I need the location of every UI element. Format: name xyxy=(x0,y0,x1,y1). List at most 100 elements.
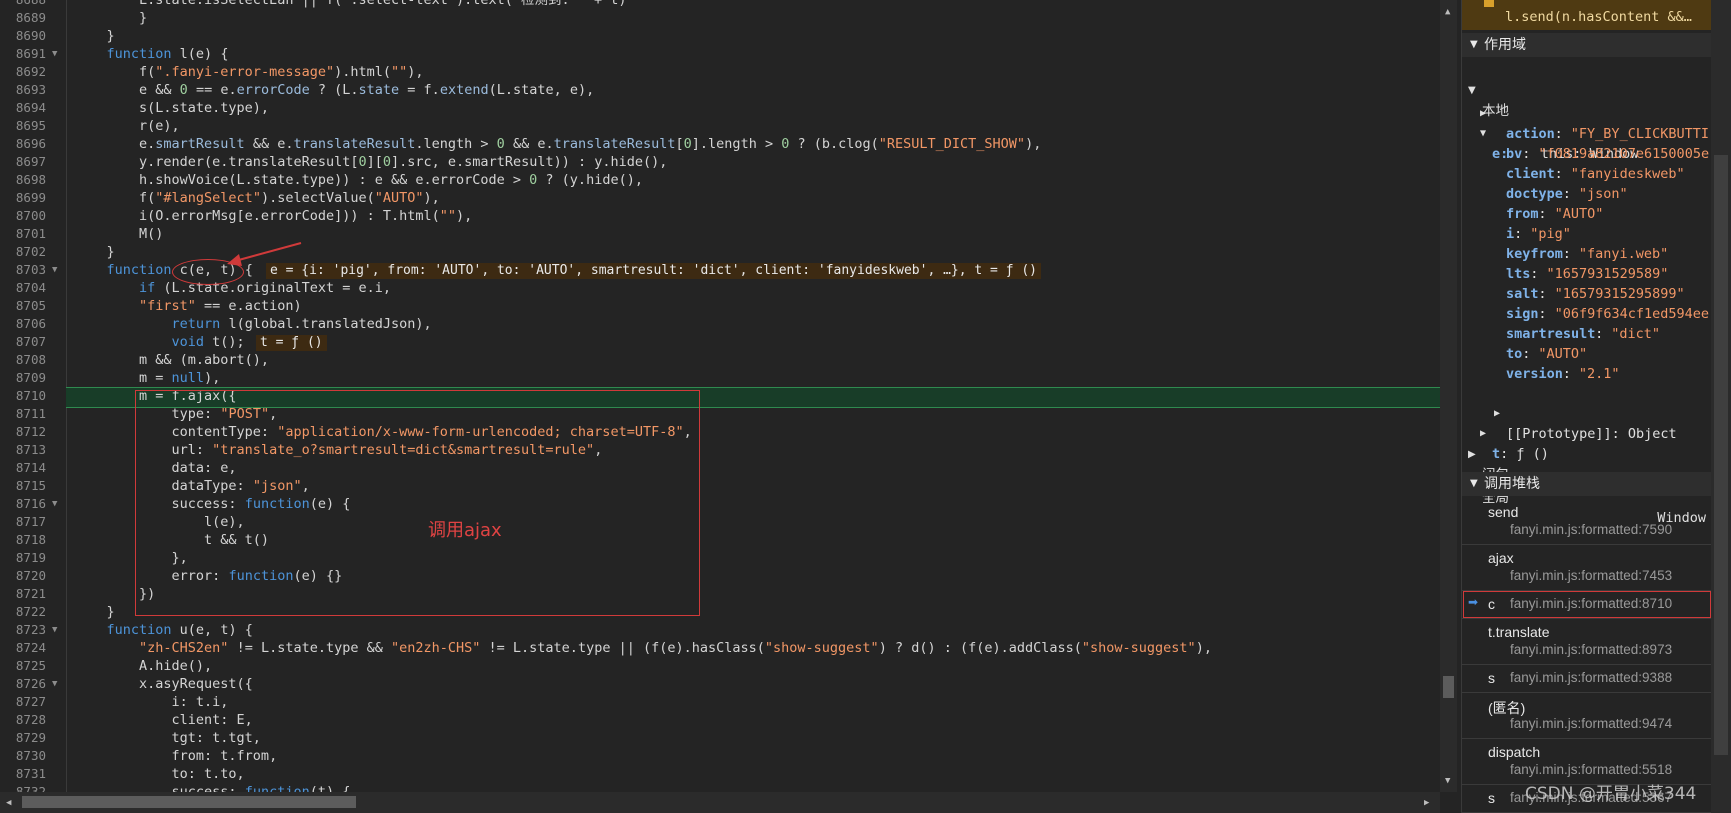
call-stack-frame[interactable]: (匿名) fanyi.min.js:formatted:9474 xyxy=(1462,692,1712,739)
line-number[interactable]: 8703 xyxy=(8,261,46,279)
line-number[interactable]: 8720 xyxy=(8,567,46,585)
callstack-section-header[interactable]: ▼ 调用堆栈 xyxy=(1462,472,1712,496)
call-stack-frame[interactable]: dispatch fanyi.min.js:formatted:5518 xyxy=(1462,738,1712,785)
editor-horizontal-scroll-thumb[interactable] xyxy=(22,796,356,808)
code-line[interactable]: void t(); xyxy=(74,333,245,351)
line-number[interactable]: 8709 xyxy=(8,369,46,387)
code-line[interactable]: "first" == e.action) xyxy=(74,297,302,315)
code-line[interactable]: h.showVoice(L.state.type)) : e && e.erro… xyxy=(74,171,643,189)
scroll-left-icon[interactable]: ◀ xyxy=(6,798,11,808)
line-number[interactable]: 8692 xyxy=(8,63,46,81)
code-line[interactable]: return l(global.translatedJson), xyxy=(74,315,432,333)
line-number[interactable]: 8724 xyxy=(8,639,46,657)
line-number[interactable]: 8710 xyxy=(8,387,46,405)
code-line[interactable]: i(O.errorMsg[e.errorCode])) : T.html("")… xyxy=(74,207,472,225)
code-line[interactable]: s(L.state.type), xyxy=(74,99,269,117)
call-stack-frame[interactable]: send fanyi.min.js:formatted:7590 xyxy=(1462,498,1712,545)
fold-arrow-icon[interactable]: ▼ xyxy=(52,261,57,279)
call-stack-frame[interactable]: ➡ c fanyi.min.js:formatted:8710 xyxy=(1462,590,1712,619)
code-line[interactable]: x.asyRequest({ xyxy=(74,675,253,693)
line-number[interactable]: 8722 xyxy=(8,603,46,621)
editor-vertical-scrollbar[interactable] xyxy=(1440,0,1457,792)
line-number[interactable]: 8696 xyxy=(8,135,46,153)
line-number[interactable]: 8695 xyxy=(8,117,46,135)
line-number[interactable]: 8723 xyxy=(8,621,46,639)
line-number[interactable]: 8697 xyxy=(8,153,46,171)
line-number[interactable]: 8719 xyxy=(8,549,46,567)
code-line[interactable]: client: E, xyxy=(74,711,253,729)
line-number[interactable]: 8728 xyxy=(8,711,46,729)
code-line[interactable]: to: t.to, xyxy=(74,765,245,783)
fold-arrow-icon[interactable]: ▼ xyxy=(52,675,57,693)
code-line[interactable]: M() xyxy=(74,225,163,243)
code-line[interactable]: L.state.isSelectEan || f(".select-text")… xyxy=(74,0,627,9)
line-number[interactable]: 8707 xyxy=(8,333,46,351)
line-number[interactable]: 8700 xyxy=(8,207,46,225)
line-number[interactable]: 8730 xyxy=(8,747,46,765)
call-stack-frame[interactable]: t.translate fanyi.min.js:formatted:8973 xyxy=(1462,618,1712,665)
code-line[interactable]: success: function(t) { xyxy=(74,783,351,792)
line-number[interactable]: 8689 xyxy=(8,9,46,27)
code-editor[interactable]: 8688868986908691▼86928693869486958696869… xyxy=(0,0,1440,792)
code-line[interactable]: m = null), xyxy=(74,369,220,387)
code-line[interactable]: e.smartResult && e.translateResult.lengt… xyxy=(74,135,1041,153)
call-stack-frame[interactable]: ajax fanyi.min.js:formatted:7453 xyxy=(1462,544,1712,591)
line-number[interactable]: 8698 xyxy=(8,171,46,189)
code-line[interactable]: } xyxy=(74,9,147,27)
line-number[interactable]: 8690 xyxy=(8,27,46,45)
line-number[interactable]: 8711 xyxy=(8,405,46,423)
code-line[interactable]: } xyxy=(74,243,115,261)
code-line[interactable]: A.hide(), xyxy=(74,657,212,675)
code-line[interactable]: } xyxy=(74,603,115,621)
scroll-up-icon[interactable]: ▲ xyxy=(1445,7,1450,17)
code-line[interactable]: } xyxy=(74,27,115,45)
line-number[interactable]: 8727 xyxy=(8,693,46,711)
scroll-down-icon[interactable]: ▼ xyxy=(1445,776,1450,786)
line-number[interactable]: 8708 xyxy=(8,351,46,369)
line-number[interactable]: 8712 xyxy=(8,423,46,441)
line-number[interactable]: 8705 xyxy=(8,297,46,315)
debugger-sidebar[interactable]: l.send(n.hasContent &&… ▼ 作用域 ▼ 本地 ▶ thi… xyxy=(1461,0,1712,813)
line-number[interactable]: 8694 xyxy=(8,99,46,117)
line-number[interactable]: 8716 xyxy=(8,495,46,513)
sidebar-scroll-thumb[interactable] xyxy=(1714,155,1728,755)
line-number[interactable]: 8721 xyxy=(8,585,46,603)
line-number[interactable]: 8693 xyxy=(8,81,46,99)
line-number[interactable]: 8715 xyxy=(8,477,46,495)
line-number[interactable]: 8701 xyxy=(8,225,46,243)
line-number[interactable]: 8704 xyxy=(8,279,46,297)
code-line[interactable]: tgt: t.tgt, xyxy=(74,729,261,747)
scroll-right-icon[interactable]: ▶ xyxy=(1424,798,1429,808)
code-line[interactable]: f(".fanyi-error-message").html(""), xyxy=(74,63,424,81)
code-line[interactable]: from: t.from, xyxy=(74,747,278,765)
fold-arrow-icon[interactable]: ▼ xyxy=(52,45,57,63)
editor-vertical-scroll-thumb[interactable] xyxy=(1443,676,1454,698)
code-line[interactable]: function l(e) { xyxy=(74,45,229,63)
code-line[interactable]: f("#langSelect").selectValue("AUTO"), xyxy=(74,189,440,207)
code-line[interactable]: if (L.state.originalText = e.i, xyxy=(74,279,391,297)
line-number[interactable]: 8713 xyxy=(8,441,46,459)
line-number-gutter[interactable]: 8688868986908691▼86928693869486958696869… xyxy=(0,0,67,792)
line-number[interactable]: 8714 xyxy=(8,459,46,477)
line-number[interactable]: 8732 xyxy=(8,783,46,792)
scope-section-header[interactable]: ▼ 作用域 xyxy=(1462,33,1712,57)
line-number[interactable]: 8702 xyxy=(8,243,46,261)
line-number[interactable]: 8688 xyxy=(8,0,46,9)
fold-arrow-icon[interactable]: ▼ xyxy=(52,495,57,513)
line-number[interactable]: 8717 xyxy=(8,513,46,531)
line-number[interactable]: 8729 xyxy=(8,729,46,747)
line-number[interactable]: 8699 xyxy=(8,189,46,207)
fold-arrow-icon[interactable]: ▼ xyxy=(52,621,57,639)
line-number[interactable]: 8725 xyxy=(8,657,46,675)
code-line[interactable]: "zh-CHS2en" != L.state.type && "en2zh-CH… xyxy=(74,639,1212,657)
top-frame-preview[interactable]: l.send(n.hasContent &&… xyxy=(1462,0,1712,30)
line-number[interactable]: 8731 xyxy=(8,765,46,783)
line-number[interactable]: 8691 xyxy=(8,45,46,63)
line-number[interactable]: 8718 xyxy=(8,531,46,549)
code-line[interactable]: y.render(e.translateResult[0][0].src, e.… xyxy=(74,153,667,171)
code-line[interactable]: e && 0 == e.errorCode ? (L.state = f.ext… xyxy=(74,81,594,99)
call-stack-frame[interactable]: s fanyi.min.js:formatted:9388 xyxy=(1462,664,1712,693)
line-number[interactable]: 8726 xyxy=(8,675,46,693)
code-line[interactable]: r(e), xyxy=(74,117,180,135)
code-line[interactable]: m && (m.abort(), xyxy=(74,351,269,369)
